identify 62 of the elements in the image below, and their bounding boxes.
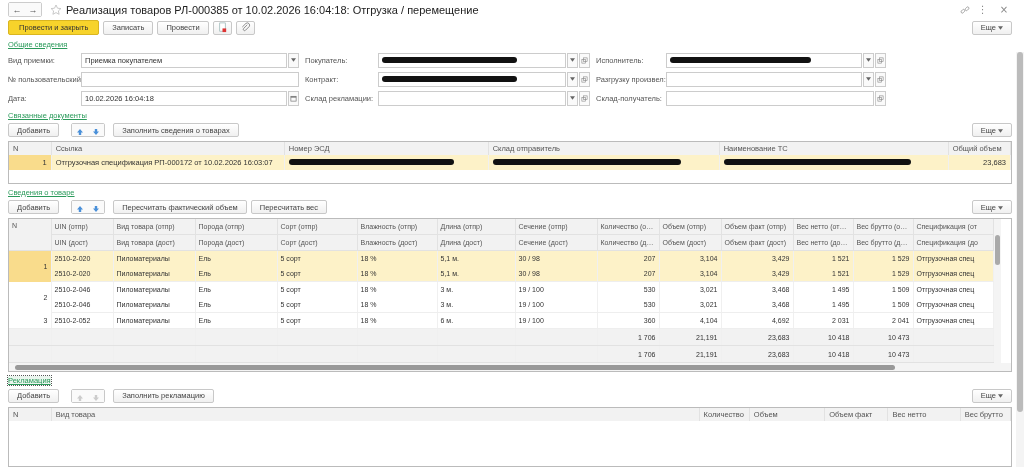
horizontal-scrollbar[interactable] <box>9 363 1011 372</box>
forward-button[interactable]: → <box>25 3 41 17</box>
open-icon <box>581 94 588 102</box>
dropdown-button[interactable] <box>567 90 578 106</box>
open-icon <box>877 56 884 64</box>
down-arrow-icon <box>92 393 101 402</box>
move-down-button[interactable] <box>88 201 105 214</box>
open-icon <box>581 56 588 64</box>
link-icon[interactable] <box>959 4 970 15</box>
close-button[interactable]: × <box>995 4 1012 16</box>
caret-icon <box>570 96 575 101</box>
up-arrow-icon <box>76 205 85 214</box>
down-arrow-icon <box>92 205 101 214</box>
up-arrow-icon <box>76 128 85 137</box>
input-field[interactable] <box>666 52 862 68</box>
open-button[interactable] <box>579 52 590 68</box>
dropdown-button[interactable] <box>863 52 874 68</box>
down-arrow-icon <box>92 128 101 137</box>
dropdown-button[interactable] <box>567 71 578 87</box>
input-field[interactable] <box>666 71 862 87</box>
open-button[interactable] <box>875 90 886 106</box>
input-field[interactable] <box>378 71 566 87</box>
report-button[interactable] <box>212 20 232 35</box>
vertical-scrollbar[interactable] <box>993 219 1001 364</box>
input-field[interactable] <box>666 90 874 106</box>
calendar-button[interactable] <box>288 90 299 106</box>
document-icon <box>216 22 228 34</box>
star-icon[interactable] <box>50 3 62 16</box>
caret-icon <box>998 205 1003 210</box>
move-up-button[interactable] <box>72 201 89 214</box>
input-field[interactable] <box>378 52 566 68</box>
caret-icon <box>291 58 296 63</box>
open-icon <box>877 94 884 102</box>
open-icon <box>581 75 588 83</box>
window-title: Реализация товаров РЛ-000385 от 10.02.2026 16:04:18: Отгрузка / перемещение <box>66 3 479 16</box>
move-down-button[interactable] <box>88 389 105 402</box>
open-button[interactable] <box>875 52 886 68</box>
caret-icon <box>998 128 1003 133</box>
dropdown-button[interactable] <box>863 71 874 87</box>
dropdown-button[interactable] <box>288 52 299 68</box>
input-field[interactable] <box>81 71 299 87</box>
caret-icon <box>998 394 1003 399</box>
input-field[interactable] <box>378 90 566 106</box>
calendar-icon <box>290 94 297 102</box>
caret-icon <box>570 77 575 82</box>
caret-icon <box>866 58 871 63</box>
open-icon <box>877 75 884 83</box>
more-button[interactable]: ⋮ <box>973 4 992 16</box>
move-down-button[interactable] <box>88 124 105 137</box>
open-button[interactable] <box>875 71 886 87</box>
dropdown-button[interactable] <box>567 52 578 68</box>
caret-icon <box>998 26 1003 31</box>
move-up-button[interactable] <box>72 124 89 137</box>
paperclip-icon <box>239 22 251 34</box>
back-button[interactable]: ← <box>9 3 25 17</box>
caret-icon <box>570 58 575 63</box>
move-up-button[interactable] <box>72 389 89 402</box>
open-button[interactable] <box>579 90 590 106</box>
attach-button[interactable] <box>235 20 255 35</box>
caret-icon <box>866 77 871 82</box>
open-button[interactable] <box>579 71 590 87</box>
vertical-scrollbar[interactable] <box>1016 52 1024 467</box>
